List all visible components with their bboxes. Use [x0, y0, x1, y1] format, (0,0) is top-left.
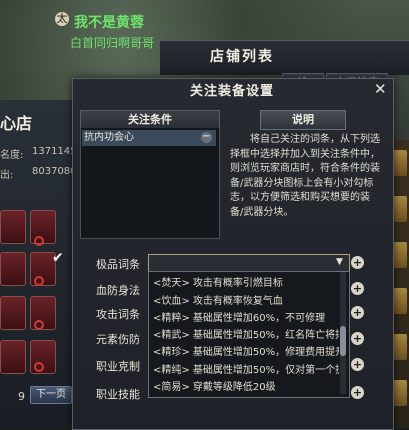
store-list-title: 店铺列表 — [210, 49, 274, 65]
unavailable-icon — [34, 276, 44, 286]
player-guild: 白首同归啊哥哥 — [70, 36, 155, 50]
dropdown-option[interactable]: <精粹> 基础属性增加60%，不可修理 — [153, 309, 339, 324]
check-icon: ✔ — [52, 250, 64, 266]
remove-condition-button[interactable]: − — [201, 132, 212, 143]
add-condition-button[interactable]: + — [351, 332, 364, 345]
description-tab: 说明 — [260, 110, 346, 130]
dialog-title: 关注装备设置 — [189, 84, 274, 99]
dropdown-option[interactable]: <精珍> 基础属性增加50%，修理费用提升 — [153, 343, 339, 358]
condition-item[interactable]: 抗内功会心 — [82, 130, 216, 146]
dropdown-scroll-thumb[interactable] — [340, 326, 346, 356]
player-name: 我不是黄蓉 — [74, 15, 144, 31]
shop-item-slot[interactable] — [0, 296, 26, 330]
description-text: 将自己关注的词条，从下列选择框中选择并加入到关注条件中，则浏览玩家商店时，符合条… — [230, 134, 380, 218]
shop-item-slot[interactable] — [0, 340, 26, 374]
shop-label-fame: 名度: — [0, 150, 24, 161]
row-label-class-skill: 职业技能 — [96, 388, 140, 401]
store-list-header — [160, 40, 409, 75]
dropdown-option[interactable]: <饮血> 攻击有概率恢复气血 — [153, 292, 339, 307]
row-label-element: 元素伤防 — [96, 333, 140, 346]
close-icon[interactable]: ✕ — [374, 80, 387, 98]
shop-label-sale: 出: — [0, 170, 14, 181]
dropdown-option[interactable]: <简易> 穿戴等级降低20级 — [153, 378, 339, 393]
dropdown-option[interactable]: <焚天> 攻击有概率引燃目标 — [153, 274, 339, 289]
shop-item-slot[interactable] — [0, 252, 26, 286]
conditions-header: 关注条件 — [80, 110, 220, 130]
premium-attribute-select[interactable] — [148, 254, 350, 272]
row-label-attack: 攻击词条 — [96, 308, 140, 321]
unavailable-icon — [34, 320, 44, 330]
dropdown-option[interactable]: <精武> 基础属性增加50%，红名阵亡将掉 — [153, 326, 339, 341]
player-avatar: 太 — [55, 12, 69, 26]
unavailable-icon — [34, 362, 44, 372]
unavailable-icon — [34, 236, 44, 246]
add-condition-button[interactable]: + — [351, 386, 364, 399]
dropdown-option[interactable]: <精纯> 基础属性增加50%，仅对第一个提 — [153, 361, 339, 376]
row-label-hp-def: 血防身法 — [96, 284, 140, 297]
add-condition-button[interactable]: + — [351, 358, 364, 371]
add-condition-button[interactable]: + — [351, 256, 364, 269]
chevron-down-icon[interactable]: ▼ — [336, 257, 343, 267]
next-page-button[interactable]: 下一页 — [30, 386, 72, 404]
add-condition-button[interactable]: + — [351, 306, 364, 319]
row-label-class-counter: 职业克制 — [96, 360, 140, 373]
add-condition-button[interactable]: + — [351, 282, 364, 295]
page-number: 9 — [18, 390, 25, 403]
shop-title: 心店 — [0, 114, 33, 133]
shop-item-slot[interactable] — [0, 210, 26, 244]
row-label-premium: 极品词条 — [96, 258, 140, 271]
